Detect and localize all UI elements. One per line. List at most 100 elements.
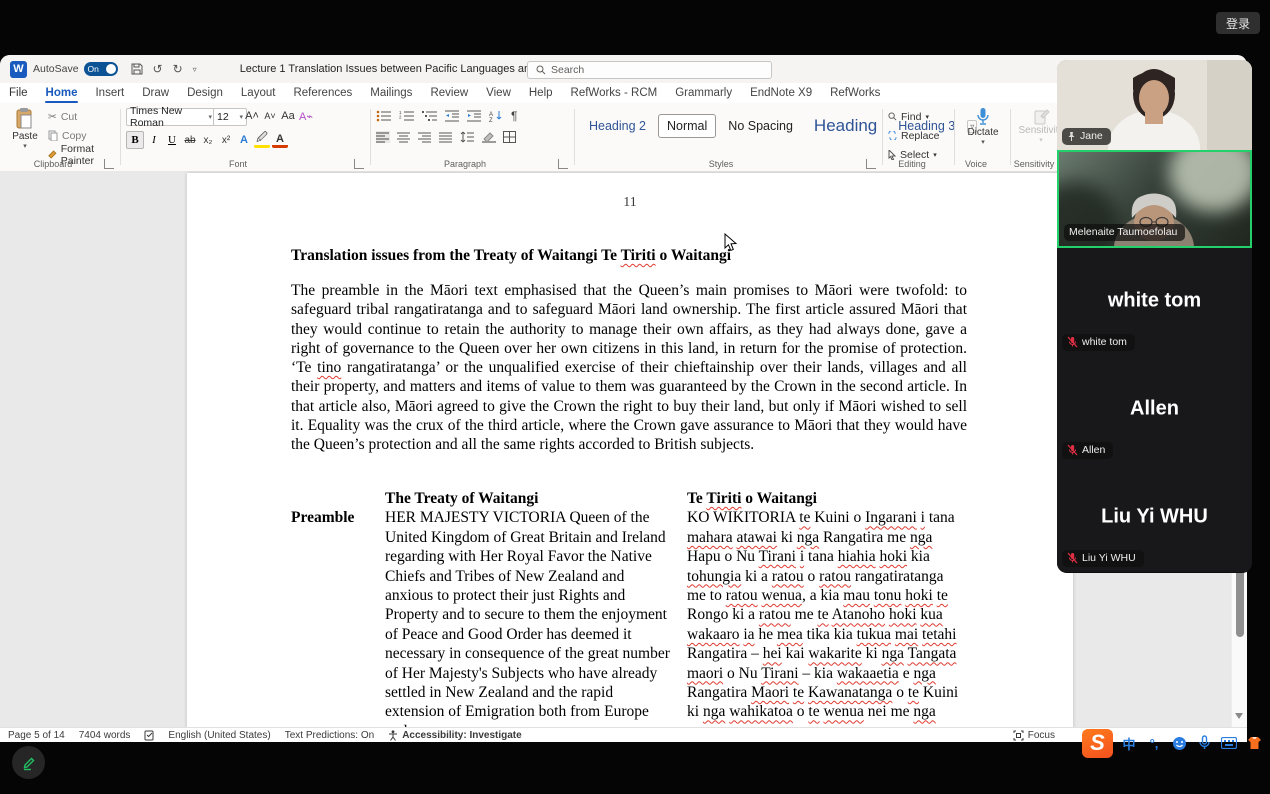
search-placeholder: Search [551, 64, 584, 76]
show-marks-icon[interactable]: ¶ [511, 109, 517, 123]
find-button[interactable]: Find ▾ [888, 109, 940, 124]
punctuation-mode-icon[interactable]: °, [1145, 734, 1163, 752]
superscript-button[interactable]: x² [218, 132, 234, 148]
treaty-maori-column: Te Tiriti o Waitangi KO WIKITORIA te Kui… [687, 489, 962, 727]
style-heading2[interactable]: Heading 2 [580, 114, 655, 138]
style-heading[interactable]: Heading [805, 111, 886, 141]
shrink-font-button[interactable]: A˅ [262, 108, 278, 124]
participant-tile-melenaite[interactable]: Melenaite Taumoefolau [1057, 150, 1252, 248]
replace-button[interactable]: Replace [888, 128, 940, 143]
tab-review[interactable]: Review [421, 83, 477, 103]
justify-icon[interactable] [439, 131, 453, 143]
tab-layout[interactable]: Layout [232, 83, 285, 103]
chinese-mode-icon[interactable]: 中 [1120, 734, 1138, 752]
grow-font-button[interactable]: A˄ [244, 108, 260, 124]
paste-icon [15, 107, 35, 131]
sort-icon[interactable]: AZ [489, 110, 504, 122]
document-page[interactable]: 11 Translation issues from the Treaty of… [187, 173, 1073, 727]
bold-button[interactable]: B [126, 131, 144, 149]
annotation-pen-button[interactable] [12, 746, 45, 779]
paragraph-dialog-launcher[interactable] [558, 159, 568, 169]
font-family-select[interactable]: Times New Roman▾ [126, 108, 216, 126]
copy-button[interactable]: Copy [48, 128, 116, 143]
accessibility-status[interactable]: Accessibility: Investigate [388, 730, 522, 741]
melenaite-name-label: Melenaite Taumoefolau [1064, 224, 1185, 241]
strikethrough-button[interactable]: ab [182, 132, 198, 148]
soft-keyboard-icon[interactable] [1220, 734, 1238, 752]
redo-icon[interactable]: ↻ [173, 62, 183, 76]
tab-grammarly[interactable]: Grammarly [666, 83, 741, 103]
paste-button[interactable]: ​Paste ▾ [8, 107, 42, 150]
increase-indent-icon[interactable] [467, 110, 482, 122]
align-center-icon[interactable] [397, 131, 411, 143]
participant-tile-allen[interactable]: Allen Allen [1057, 356, 1252, 464]
align-right-icon[interactable] [418, 131, 432, 143]
language-indicator[interactable]: English (United States) [168, 730, 270, 741]
align-left-icon[interactable] [376, 131, 390, 143]
font-color-button[interactable]: A [272, 132, 288, 148]
font-group: Times New Roman▾ 12▾ A˄ A˅ Aa A⌁ B I U a… [124, 103, 366, 171]
clipboard-dialog-launcher[interactable] [104, 159, 114, 169]
tab-refworks[interactable]: RefWorks [821, 83, 889, 103]
decrease-indent-icon[interactable] [445, 110, 460, 122]
borders-icon[interactable] [503, 131, 516, 143]
document-heading: Translation issues from the Treaty of Wa… [291, 247, 971, 265]
autosave-state: On [88, 64, 99, 74]
shading-icon[interactable] [482, 131, 496, 143]
tab-endnote[interactable]: EndNote X9 [741, 83, 821, 103]
tab-mailings[interactable]: Mailings [361, 83, 421, 103]
multilevel-list-icon[interactable] [422, 110, 438, 122]
participant-tile-liu-yi-whu[interactable]: Liu Yi WHU Liu Yi WHU [1057, 464, 1252, 572]
tab-home[interactable]: Home [37, 83, 87, 103]
tab-view[interactable]: View [477, 83, 520, 103]
text-effects-button[interactable]: A [236, 132, 252, 148]
clear-formatting-button[interactable]: A⌁ [298, 108, 314, 124]
style-nospacing[interactable]: No Spacing [719, 114, 802, 138]
numbering-icon[interactable]: 12 [399, 110, 415, 122]
sogou-logo-icon[interactable]: S [1082, 729, 1113, 758]
svg-text:2: 2 [399, 115, 402, 120]
tab-help[interactable]: Help [520, 83, 562, 103]
focus-button[interactable]: Focus [1013, 728, 1055, 742]
find-icon [888, 112, 897, 121]
change-case-button[interactable]: Aa [280, 108, 296, 124]
emoji-icon[interactable] [1170, 734, 1188, 752]
tab-insert[interactable]: Insert [86, 83, 133, 103]
clipboard-group-label: Clipboard [4, 159, 102, 169]
scroll-down-icon[interactable] [1235, 713, 1243, 719]
participant-tile-white-tom[interactable]: white tom white tom [1057, 248, 1252, 356]
underline-button[interactable]: U [164, 132, 180, 148]
save-icon[interactable] [131, 63, 143, 75]
font-dialog-launcher[interactable] [354, 159, 364, 169]
page-indicator[interactable]: Page 5 of 14 [8, 730, 65, 741]
mic-muted-icon [1067, 552, 1078, 564]
tab-draw[interactable]: Draw [133, 83, 178, 103]
line-spacing-icon[interactable] [460, 131, 475, 143]
text-predictions[interactable]: Text Predictions: On [285, 730, 374, 741]
qat-more-icon[interactable]: ▿ [193, 65, 197, 74]
skin-icon[interactable] [1245, 734, 1263, 752]
login-button[interactable]: 登录 [1216, 12, 1260, 34]
tab-references[interactable]: References [284, 83, 361, 103]
search-input[interactable]: Search [527, 61, 772, 79]
tab-design[interactable]: Design [178, 83, 232, 103]
tab-file[interactable]: File [0, 83, 37, 103]
voice-group: Dictate ▾ Voice [958, 103, 1008, 171]
style-normal[interactable]: Normal [658, 114, 716, 138]
proofing-icon[interactable] [144, 730, 154, 741]
italic-button[interactable]: I [146, 132, 162, 148]
word-count[interactable]: 7404 words [79, 730, 131, 741]
font-size-select[interactable]: 12▾ [213, 108, 247, 126]
styles-dialog-launcher[interactable] [866, 159, 876, 169]
dictate-button[interactable]: Dictate ▾ [958, 107, 1008, 146]
participant-tile-jane[interactable]: Jane [1057, 60, 1252, 150]
autosave-toggle[interactable]: On [84, 62, 118, 76]
voice-input-icon[interactable] [1195, 734, 1213, 752]
cut-button[interactable]: ✂Cut [48, 109, 116, 124]
subscript-button[interactable]: x₂ [200, 132, 216, 148]
bullets-icon[interactable] [376, 110, 392, 122]
tab-refworks-rcm[interactable]: RefWorks - RCM [562, 83, 667, 103]
undo-icon[interactable]: ↺ [153, 62, 163, 76]
highlight-button[interactable]: 🖉 [254, 132, 270, 148]
status-bar: Page 5 of 14 7404 words English (United … [0, 727, 1247, 742]
